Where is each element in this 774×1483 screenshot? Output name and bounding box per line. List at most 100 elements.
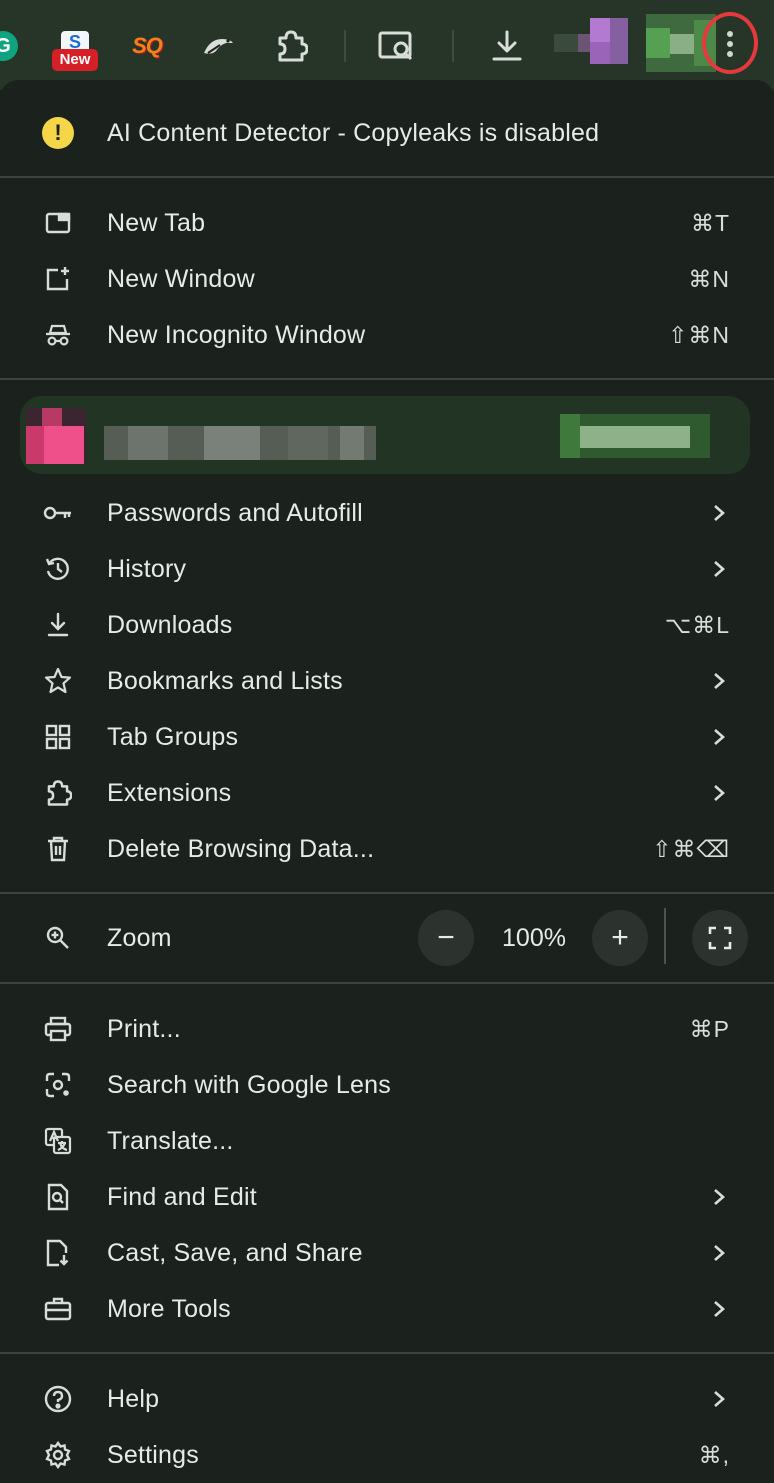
zoom-level: 100% [502,924,566,952]
profile-row[interactable] [20,396,750,474]
menu-item-new-incognito-window[interactable]: New Incognito Window ⇧⌘N [0,307,774,363]
plus-icon: + [611,921,629,954]
menu-item-cast-save-and-share[interactable]: Cast, Save, and Share [0,1225,774,1281]
zoom-in-button[interactable]: + [592,910,648,966]
menu-item-label: Print... [107,1015,181,1043]
star-icon [44,667,72,694]
extension-warning-item[interactable]: ! AI Content Detector - Copyleaks is dis… [0,105,774,161]
menu-item-delete-browsing-data[interactable]: Delete Browsing Data... ⇧⌘⌫ [0,821,774,877]
menu-item-label: More Tools [107,1295,231,1323]
menu-item-downloads[interactable]: Downloads ⌥⌘L [0,597,774,653]
minus-icon: − [437,921,455,954]
shortcut-label: ⇧⌘⌫ [652,836,730,862]
menu-item-label: New Tab [107,209,206,237]
menu-item-search-with-google-lens[interactable]: Search with Google Lens [0,1057,774,1113]
menu-item-print[interactable]: Print... ⌘P [0,1001,774,1057]
menu-item-label: Help [107,1385,160,1413]
warning-icon: ! [42,117,74,149]
menu-item-label: New Window [107,265,255,293]
zoom-row: Zoom − 100% + [0,906,774,970]
puzzle-icon [47,780,72,806]
toolbox-icon [44,1297,72,1321]
chrome-menu-button[interactable] [702,12,758,76]
warning-icon-wrap: ! [40,117,76,149]
menu-item-label: Delete Browsing Data... [107,835,375,863]
menu-divider [0,982,774,984]
menu-item-settings[interactable]: Settings ⌘, [0,1427,774,1483]
help-icon [44,1385,72,1413]
fullscreen-button[interactable] [692,910,748,966]
menu-item-new-window[interactable]: New Window ⌘N [0,251,774,307]
fullscreen-icon [708,926,732,950]
grammarly-extension-button[interactable]: G [0,24,20,68]
page-search-icon [378,31,413,61]
profile-sync-redacted[interactable] [560,414,710,458]
menu-item-new-tab[interactable]: New Tab ⌘T [0,195,774,251]
menu-item-passwords-and-autofill[interactable]: Passwords and Autofill [0,485,774,541]
menu-divider [0,1352,774,1354]
menu-item-find-and-edit[interactable]: Find and Edit [0,1169,774,1225]
grammarly-icon: G [0,31,18,61]
download-icon [492,30,522,61]
extensions-button[interactable] [268,24,314,68]
sq-extension-button[interactable]: SQ [124,24,170,68]
s-extension-button[interactable]: S New [50,26,98,72]
shortcut-label: ⇧⌘N [668,322,730,348]
menu-divider [0,892,774,894]
menu-item-history[interactable]: History [0,541,774,597]
chevron-right-icon [714,729,725,745]
history-icon [45,557,69,580]
bird-extension-button[interactable] [196,24,240,68]
browser-toolbar: G S New SQ [0,0,774,90]
zoom-icon [46,926,69,949]
menu-divider [0,378,774,380]
shortcut-label: ⌘N [688,266,730,292]
shortcut-label: ⌘, [698,1442,730,1468]
chevron-right-icon [714,1301,725,1317]
profile-avatar [26,408,86,464]
new-tab-icon [45,212,71,234]
profile-name-redacted [104,426,376,460]
menu-divider [0,176,774,178]
menu-item-translate[interactable]: Translate... [0,1113,774,1169]
chevron-right-icon [714,673,725,689]
chevron-right-icon [714,1189,725,1205]
puzzle-icon [278,30,308,62]
menu-item-label: Downloads [107,611,233,639]
new-window-icon [46,267,69,291]
menu-item-tab-groups[interactable]: Tab Groups [0,709,774,765]
download-icon [47,612,69,637]
menu-item-help[interactable]: Help [0,1371,774,1427]
menu-item-label: Search with Google Lens [107,1071,391,1099]
shortcut-label: ⌥⌘L [664,612,730,638]
toolbar-separator [452,30,454,62]
find-page-icon [47,1183,69,1211]
menu-item-more-tools[interactable]: More Tools [0,1281,774,1337]
menu-item-extensions[interactable]: Extensions [0,765,774,821]
zoom-out-button[interactable]: − [418,910,474,966]
menu-item-bookmarks-and-lists[interactable]: Bookmarks and Lists [0,653,774,709]
warning-label: AI Content Detector - Copyleaks is disab… [107,119,600,147]
trash-icon [48,836,68,862]
printer-icon [44,1016,72,1042]
menu-item-label: Translate... [107,1127,234,1155]
menu-item-label: Find and Edit [107,1183,257,1211]
chevron-right-icon [714,1245,725,1261]
page-search-button[interactable] [374,24,420,68]
sq-icon: SQ [132,33,163,58]
shortcut-label: ⌘T [690,210,730,236]
google-lens-icon [45,1072,71,1098]
tab-groups-icon [45,724,71,750]
menu-item-label: Extensions [107,779,232,807]
chevron-right-icon [714,1391,725,1407]
menu-item-label: History [107,555,187,583]
extension-s-icon: S New [52,27,98,71]
bird-icon [204,39,233,54]
profile-avatar-pixelated[interactable] [554,18,630,66]
new-badge: New [52,49,98,71]
zoom-label: Zoom [107,924,172,952]
chrome-main-menu: ! AI Content Detector - Copyleaks is dis… [0,80,774,1482]
toolbar-separator [344,30,346,62]
downloads-button[interactable] [484,24,530,68]
chevron-right-icon [714,785,725,801]
